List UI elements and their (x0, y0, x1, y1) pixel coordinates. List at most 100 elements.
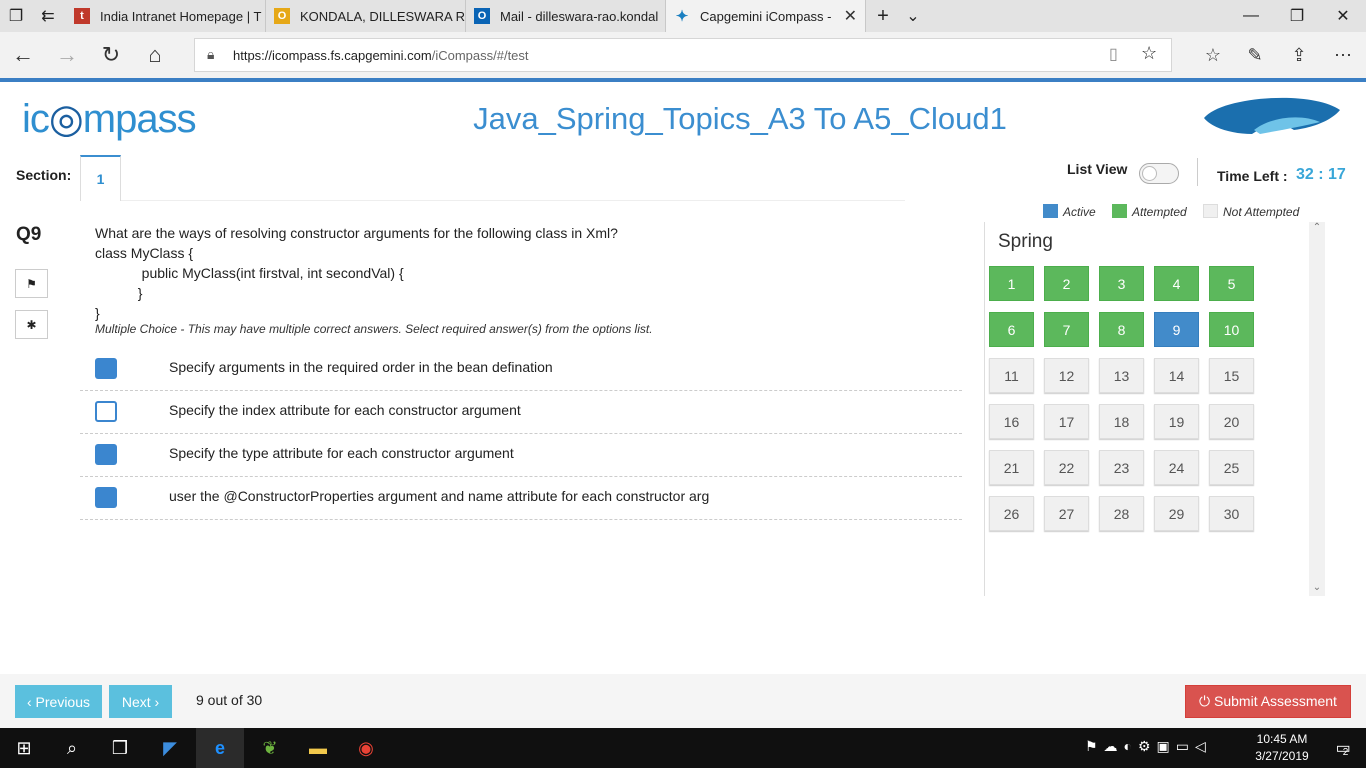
option-3[interactable]: Specify the type attribute for each cons… (80, 434, 962, 477)
close-tab-icon[interactable]: ✕ (844, 6, 857, 26)
palette-question-26[interactable]: 26 (989, 496, 1034, 531)
submit-assessment-button[interactable]: ⏻ Submit Assessment (1185, 685, 1351, 718)
set-aside-tabs-icon[interactable]: ⇇ (32, 0, 64, 32)
option-checkbox[interactable] (95, 358, 117, 379)
palette-question-29[interactable]: 29 (1154, 496, 1199, 531)
file-explorer-icon[interactable]: ▬ (294, 728, 342, 768)
palette-question-30[interactable]: 30 (1209, 496, 1254, 531)
previous-button[interactable]: ‹ Previous (15, 685, 102, 718)
question-number: Q9 (16, 224, 42, 245)
flag-button[interactable]: ⚑ (15, 269, 48, 298)
section-divider (121, 200, 905, 201)
vscode-icon[interactable]: ◤ (146, 728, 194, 768)
time-divider (1197, 158, 1198, 186)
palette-question-2[interactable]: 2 (1044, 266, 1089, 301)
address-bar[interactable]: 🔒︎ https://icompass.fs.capgemini.com/iCo… (194, 38, 1172, 72)
more-icon[interactable]: ⋯ (1328, 40, 1358, 70)
tab-title: KONDALA, DILLESWARA RA (300, 8, 466, 24)
close-window-icon[interactable]: ✕ (1320, 0, 1366, 32)
scroll-up-icon[interactable]: ⌃ (1310, 222, 1324, 233)
spring-tool-icon[interactable]: ❦ (246, 728, 294, 768)
list-view-toggle[interactable] (1139, 163, 1179, 184)
option-1[interactable]: Specify arguments in the required order … (80, 348, 962, 391)
minimize-icon[interactable]: — (1228, 0, 1274, 32)
palette-question-24[interactable]: 24 (1154, 450, 1199, 485)
palette-question-1[interactable]: 1 (989, 266, 1034, 301)
palette-question-10[interactable]: 10 (1209, 312, 1254, 347)
legend-attempted-swatch (1112, 204, 1127, 218)
option-checkbox[interactable] (95, 487, 117, 508)
tab-actions-icon[interactable]: ❐ (0, 0, 32, 32)
option-2[interactable]: Specify the index attribute for each con… (80, 391, 962, 434)
clock-time: 10:45 AM (1256, 732, 1308, 746)
reading-view-icon[interactable]: ▯ (1109, 44, 1118, 64)
palette-question-22[interactable]: 22 (1044, 450, 1089, 485)
outlook-icon: O (474, 8, 490, 24)
palette-question-14[interactable]: 14 (1154, 358, 1199, 393)
tab-icompass[interactable]: ✦ Capgemini iCompass - ✕ (666, 0, 866, 32)
tab-title: Capgemini iCompass - (700, 8, 832, 24)
palette-question-18[interactable]: 18 (1099, 404, 1144, 439)
search-icon[interactable]: ⌕ (48, 728, 96, 768)
browser-tab-bar: ❐ ⇇ t India Intranet Homepage | T O KOND… (0, 0, 1366, 32)
palette-question-13[interactable]: 13 (1099, 358, 1144, 393)
next-button[interactable]: Next › (109, 685, 172, 718)
tab-mail[interactable]: O Mail - dilleswara-rao.kondal (466, 0, 666, 32)
legend-not-attempted-swatch (1203, 204, 1218, 218)
palette-question-11[interactable]: 11 (989, 358, 1034, 393)
palette-question-7[interactable]: 7 (1044, 312, 1089, 347)
star-icon[interactable]: ☆ (1141, 43, 1157, 64)
list-view-label: List View (1067, 161, 1128, 177)
home-icon[interactable]: ⌂ (140, 40, 170, 70)
favorites-icon[interactable]: ☆ (1198, 40, 1228, 70)
question-line: class MyClass { (95, 245, 194, 261)
back-icon[interactable]: ← (8, 40, 38, 70)
scroll-down-icon[interactable]: ⌄ (1310, 582, 1324, 593)
question-line: What are the ways of resolving construct… (95, 225, 618, 241)
palette-question-23[interactable]: 23 (1099, 450, 1144, 485)
option-4[interactable]: user the @ConstructorProperties argument… (80, 477, 962, 520)
restore-icon[interactable]: ❐ (1274, 0, 1320, 32)
clock[interactable]: 10:45 AM 3/27/2019 (1252, 731, 1312, 765)
palette-question-15[interactable]: 15 (1209, 358, 1254, 393)
section-tab-1[interactable]: 1 (80, 155, 121, 201)
windows-start-icon[interactable]: ⊞ (0, 728, 48, 768)
chrome-icon[interactable]: ◉ (342, 728, 390, 768)
url-text: https://icompass.fs.capgemini.com/iCompa… (233, 48, 529, 63)
refresh-icon[interactable]: ↻ (96, 40, 126, 70)
palette-question-8[interactable]: 8 (1099, 312, 1144, 347)
new-tab-button[interactable]: + (868, 0, 898, 32)
edge-icon[interactable]: e (196, 728, 244, 768)
palette-question-28[interactable]: 28 (1099, 496, 1144, 531)
tab-title: Mail - dilleswara-rao.kondal (500, 8, 659, 24)
tab-menu-icon[interactable]: ⌄ (898, 0, 928, 32)
forward-icon[interactable]: → (52, 40, 82, 70)
option-text: Specify the type attribute for each cons… (169, 445, 514, 461)
task-view-icon[interactable]: ❒ (96, 728, 144, 768)
palette-question-3[interactable]: 3 (1099, 266, 1144, 301)
palette-question-4[interactable]: 4 (1154, 266, 1199, 301)
palette-question-27[interactable]: 27 (1044, 496, 1089, 531)
question-text: What are the ways of resolving construct… (95, 223, 618, 323)
palette-question-19[interactable]: 19 (1154, 404, 1199, 439)
palette-question-20[interactable]: 20 (1209, 404, 1254, 439)
option-checkbox[interactable] (95, 401, 117, 422)
capgemini-logo (1204, 97, 1340, 134)
palette-question-9[interactable]: 9 (1154, 312, 1199, 347)
palette-question-16[interactable]: 16 (989, 404, 1034, 439)
option-checkbox[interactable] (95, 444, 117, 465)
share-icon[interactable]: ⇪ (1284, 40, 1314, 70)
palette-question-5[interactable]: 5 (1209, 266, 1254, 301)
pen-icon[interactable]: ✎ (1240, 40, 1270, 70)
palette-question-12[interactable]: 12 (1044, 358, 1089, 393)
palette-question-17[interactable]: 17 (1044, 404, 1089, 439)
notifications-icon[interactable]: ▭ 2 (1318, 728, 1366, 768)
palette-question-6[interactable]: 6 (989, 312, 1034, 347)
tab-intranet[interactable]: t India Intranet Homepage | T (66, 0, 266, 32)
palette-scrollbar[interactable] (1309, 222, 1325, 596)
palette-question-25[interactable]: 25 (1209, 450, 1254, 485)
tab-kondala[interactable]: O KONDALA, DILLESWARA RA (266, 0, 466, 32)
system-tray-icons[interactable]: ⚑☁◐⚙▣▭◁ (1085, 738, 1212, 755)
report-bug-button[interactable]: ✱ (15, 310, 48, 339)
palette-question-21[interactable]: 21 (989, 450, 1034, 485)
